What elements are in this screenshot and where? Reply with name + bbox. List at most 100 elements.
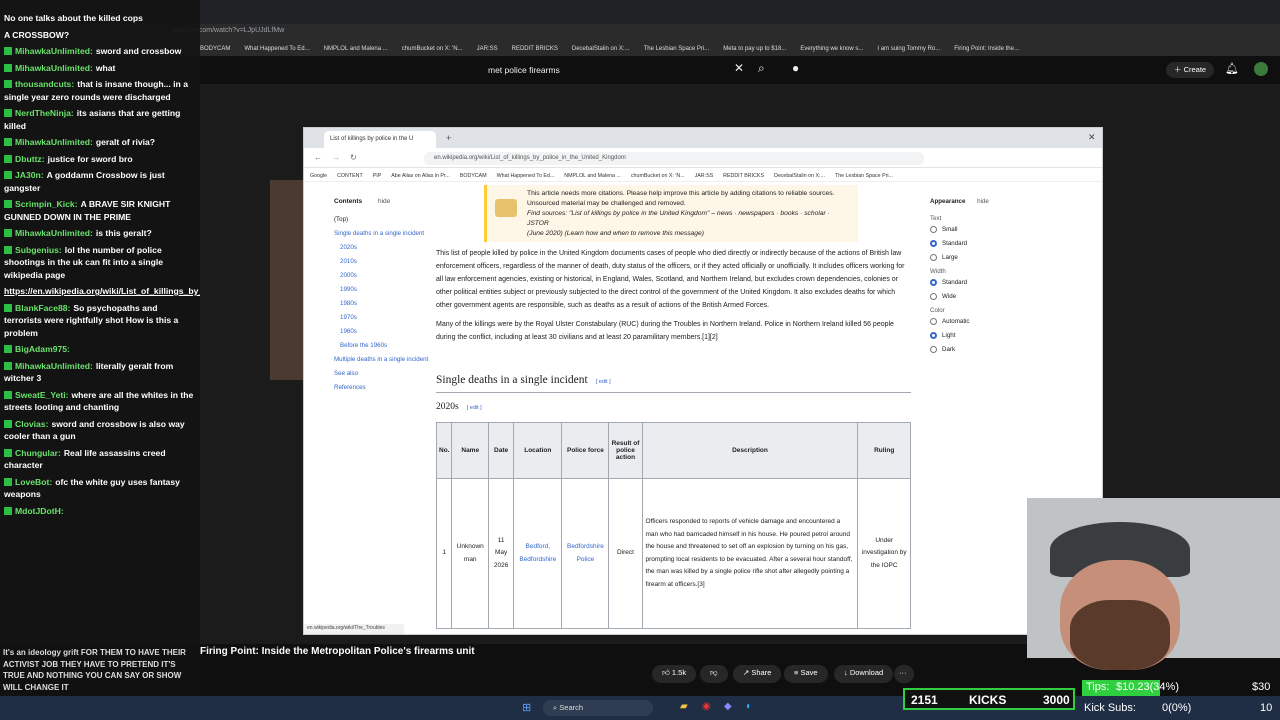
inner-bookmark[interactable]: PIP [373,173,382,179]
inner-bookmark[interactable]: The Lesbian Space Pri... [835,173,893,179]
table-header[interactable]: Police force [561,422,610,479]
outer-bookmark[interactable]: NMPLOL and Malena ... [324,46,388,52]
edge-icon[interactable]: ◐ [746,701,752,712]
radio-button[interactable] [930,346,937,353]
new-tab-icon[interactable]: + [446,133,451,143]
inner-bookmark[interactable]: Abe Alias on Alias in Pr... [391,173,450,179]
toc-item[interactable]: Single deaths in a single incident [334,230,434,238]
chat-username[interactable]: Clovias: [15,419,48,429]
edit-link[interactable]: [ edit ] [467,405,482,411]
youtube-search-input[interactable]: met police firearms [480,61,750,81]
mic-icon[interactable]: ● [792,61,799,75]
inner-url-field[interactable]: en.wikipedia.org/wiki/List_of_killings_b… [424,152,924,165]
search-icon[interactable]: ⌕ [758,61,765,76]
outer-bookmark[interactable]: What Happened To Ed... [244,46,309,52]
toc-item[interactable]: 1970s [334,314,434,322]
download-button[interactable]: ↓ Download [834,665,894,683]
table-header[interactable]: Result of police action [608,422,643,479]
radio-button[interactable] [930,254,937,261]
inner-bookmark[interactable]: JAR:SS [695,173,714,179]
chat-username[interactable]: Chungular: [15,448,61,458]
table-header[interactable]: Name [451,422,489,479]
appearance-hide-button[interactable]: hide [977,198,989,205]
appearance-option[interactable]: Dark [930,346,1010,353]
dislike-button[interactable]: 👎︎ [700,665,728,683]
file-explorer-icon[interactable]: ▰ [680,701,688,712]
table-header[interactable]: Date [487,422,515,479]
toc-item[interactable]: See also [334,370,434,378]
appearance-option[interactable]: Light [930,332,1010,339]
table-header[interactable]: No. [435,422,453,479]
chat-username[interactable]: BigAdam975: [15,344,70,354]
inner-bookmark[interactable]: What Happened To Ed... [497,173,555,179]
appearance-option[interactable]: Standard [930,279,1010,286]
radio-button[interactable] [930,318,937,325]
chat-username[interactable]: BlankFace88: [15,303,70,313]
outer-bookmark[interactable]: Meta to pay up to $18... [723,46,786,52]
radio-button[interactable] [930,332,937,339]
table-header[interactable]: Location [513,422,563,479]
chat-username[interactable]: Subgenius: [15,245,62,255]
toc-top[interactable]: (Top) [334,216,434,224]
radio-button[interactable] [930,226,937,233]
chat-username[interactable]: LoveBot: [15,477,52,487]
edit-link[interactable]: [ edit ] [596,379,611,385]
chat-username[interactable]: Scrimpin_Kick: [15,199,78,209]
toc-item[interactable]: 2000s [334,272,434,280]
appearance-option[interactable]: Automatic [930,318,1010,325]
toc-item[interactable]: Before the 1960s [334,342,434,350]
more-options-icon[interactable]: ··· [894,665,914,683]
toc-item[interactable]: Multiple deaths in a single incident [334,356,434,364]
windows-start-icon[interactable]: ⊞ [522,701,531,714]
outer-bookmark[interactable]: JAR:SS [477,46,498,52]
radio-button[interactable] [930,279,937,286]
outer-bookmark[interactable]: I am suing Tommy Ro... [877,46,940,52]
chat-username[interactable]: JA30n: [15,170,44,180]
chat-username[interactable]: MihawkaUnlimited: [15,228,93,238]
outer-bookmark[interactable]: DecebalStalin on X:... [572,46,630,52]
share-button[interactable]: ↗ Share [733,665,782,683]
close-window-icon[interactable]: ✕ [1088,132,1096,143]
chat-username[interactable]: MdotJDotH: [15,506,64,516]
taskbar-search[interactable]: ⌕ Search [543,700,653,716]
chat-text[interactable]: https://en.wikipedia.org/wiki/List_of_ki… [4,286,200,296]
inner-bookmark[interactable]: Google [310,173,327,179]
chat-username[interactable]: MihawkaUnlimited: [15,46,93,56]
like-button[interactable]: 👍︎ 1.5k [652,665,697,683]
inner-tab-active[interactable]: List of killings by police in the U [324,131,436,148]
toc-hide-button[interactable]: hide [378,198,390,205]
outer-bookmark[interactable]: REDDIT BRICKS [512,46,558,52]
appearance-option[interactable]: Wide [930,293,1010,300]
appearance-option[interactable]: Large [930,254,1010,261]
back-icon[interactable]: ← [314,153,322,162]
outer-bookmark[interactable]: chumBucket on X: 'N... [402,46,463,52]
toc-item[interactable]: 2020s [334,244,434,252]
toc-item[interactable]: 2010s [334,258,434,266]
reload-icon[interactable]: ↻ [350,153,357,162]
table-header[interactable]: Ruling [857,422,911,479]
toc-item[interactable]: References [334,384,434,392]
inner-bookmark[interactable]: REDDIT BRICKS [723,173,764,179]
appearance-option[interactable]: Small [930,226,1010,233]
inner-bookmark[interactable]: DecebalStalin on X:... [774,173,825,179]
save-button[interactable]: ≡ Save [784,665,828,683]
discord-icon[interactable]: ◆ [724,701,732,712]
outer-bookmark[interactable]: Everything we know s... [800,46,863,52]
chat-username[interactable]: MihawkaUnlimited: [15,137,93,147]
toc-item[interactable]: 1960s [334,328,434,336]
toc-item[interactable]: 1980s [334,300,434,308]
inner-bookmark[interactable]: chumBucket on X: 'N... [631,173,685,179]
radio-button[interactable] [930,240,937,247]
avatar[interactable] [1254,62,1268,76]
chrome-icon[interactable]: ◉ [702,701,711,712]
outer-bookmark[interactable]: BODYCAM [200,46,230,52]
radio-button[interactable] [930,293,937,300]
toc-item[interactable]: 1990s [334,286,434,294]
chat-username[interactable]: Dbuttz: [15,154,45,164]
inner-bookmark[interactable]: NMPLOL and Malena ... [564,173,621,179]
inner-bookmark[interactable]: CONTENT [337,173,363,179]
bell-icon[interactable]: 🔔︎ [1225,62,1239,75]
forward-icon[interactable]: → [332,153,340,162]
chat-username[interactable]: MihawkaUnlimited: [15,361,93,371]
chat-username[interactable]: SweatE_Yeti: [15,390,69,400]
